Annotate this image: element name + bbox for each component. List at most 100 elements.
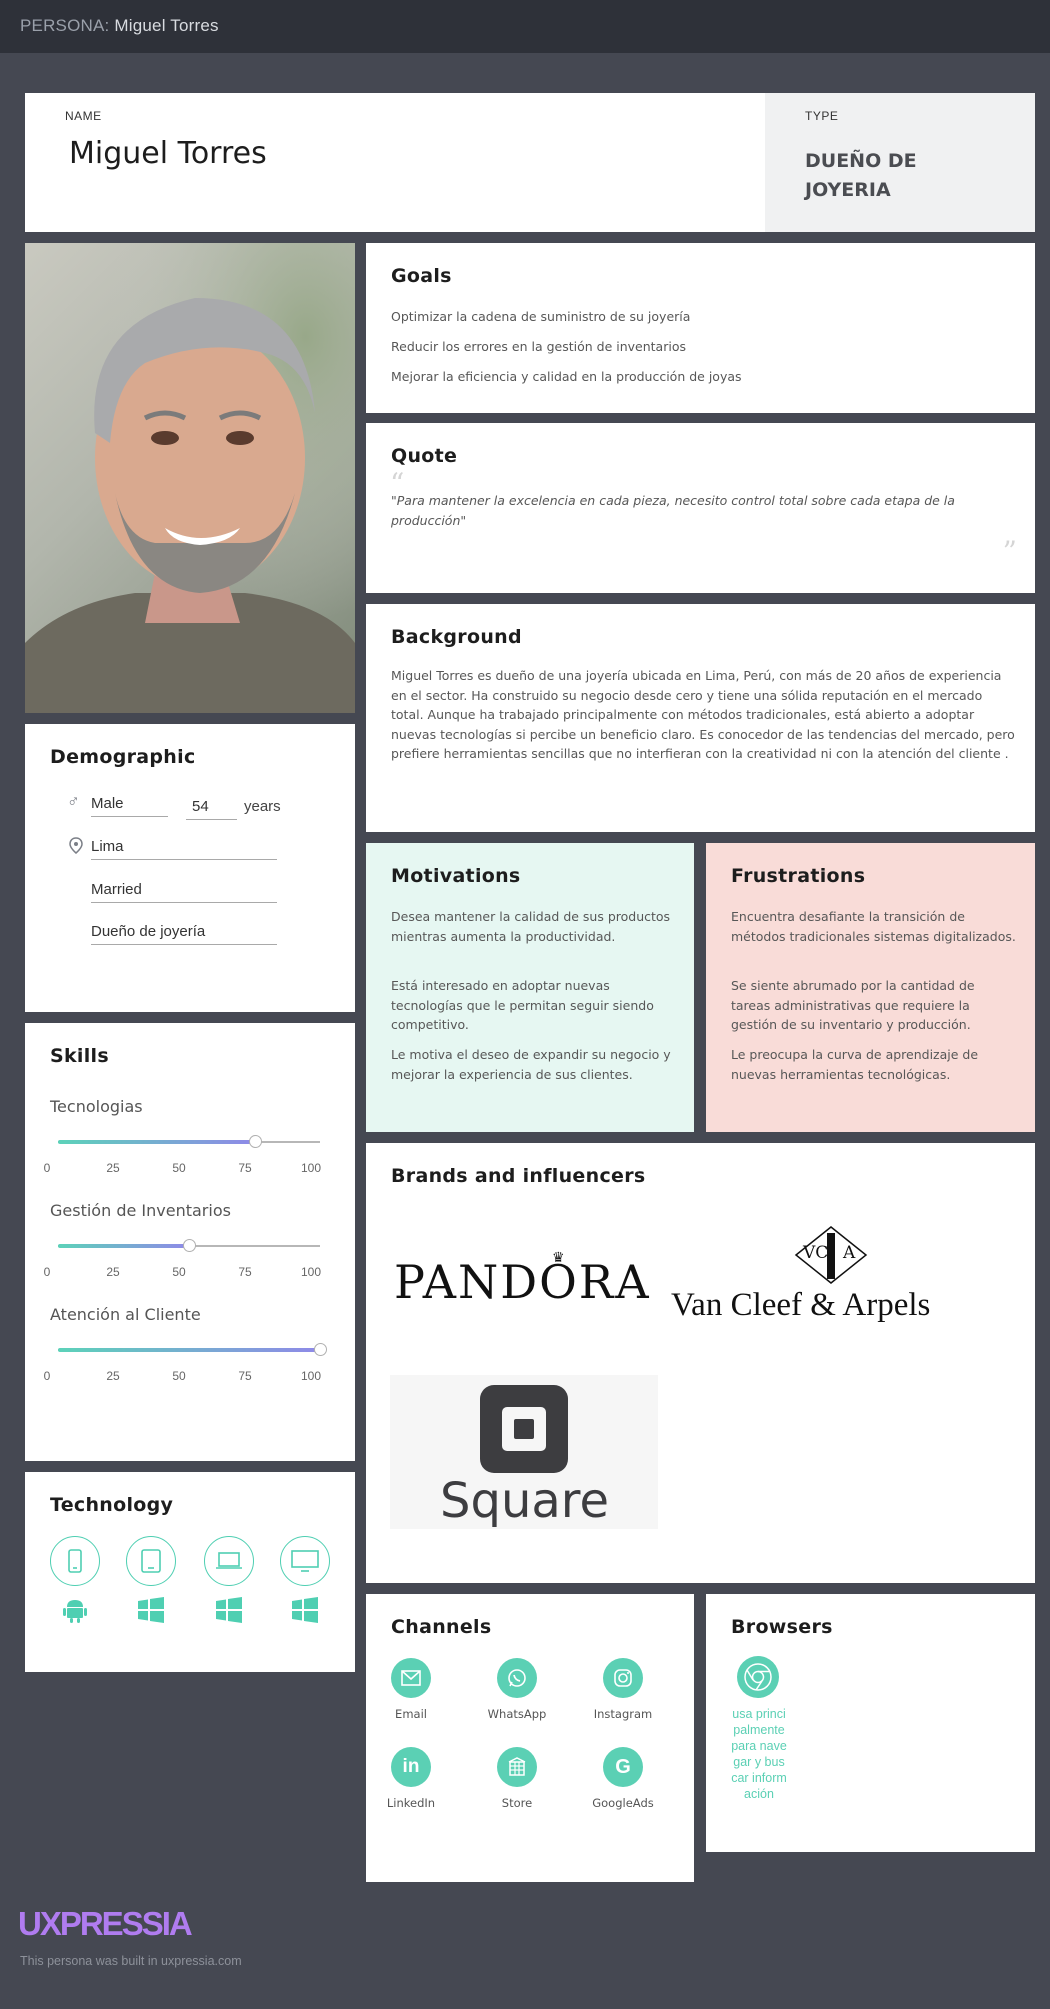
- laptop-icon[interactable]: [204, 1536, 254, 1586]
- browsers-card: Browsers usa principalmente para navegar…: [706, 1594, 1035, 1852]
- frustration-item[interactable]: Se siente abrumado por la cantidad de ta…: [731, 976, 1016, 1035]
- linkedin-icon: in: [391, 1747, 431, 1787]
- occupation-field[interactable]: Dueño de joyería: [91, 923, 277, 945]
- status-field[interactable]: Married: [91, 881, 277, 903]
- persona-type[interactable]: DUEÑO DE JOYERIA: [805, 147, 917, 205]
- channel-store[interactable]: Store: [472, 1747, 562, 1810]
- skill-slider-fill: [58, 1244, 189, 1248]
- motivations-title: Motivations: [391, 865, 521, 887]
- skill-slider[interactable]: [58, 1239, 320, 1252]
- channel-label: GoogleAds: [592, 1796, 654, 1810]
- browser-note: usa principalmente para navegar y buscar…: [731, 1707, 787, 1801]
- skill-tick-label: 75: [238, 1265, 252, 1279]
- skill-name: Gestión de Inventarios: [50, 1201, 231, 1220]
- channel-whatsapp[interactable]: WhatsApp: [472, 1658, 562, 1721]
- type-line-2: JOYERIA: [805, 179, 891, 201]
- technology-card: Technology: [25, 1472, 355, 1672]
- smartphone-icon[interactable]: [50, 1536, 100, 1586]
- goal-item[interactable]: Reducir los errores en la gestión de inv…: [391, 337, 686, 357]
- channel-instagram[interactable]: Instagram: [578, 1658, 668, 1721]
- goals-title: Goals: [391, 265, 452, 287]
- skill-slider-thumb[interactable]: [314, 1343, 327, 1356]
- instagram-icon: [603, 1658, 643, 1698]
- skill-tick-label: 75: [238, 1161, 252, 1175]
- skill-tick-label: 50: [172, 1369, 186, 1383]
- van-cleef-arpels-logo[interactable]: VC A Van Cleef & Arpels: [666, 1223, 996, 1333]
- windows-icon: [214, 1595, 244, 1625]
- skill-name: Atención al Cliente: [50, 1305, 201, 1324]
- skill-tick-label: 50: [172, 1265, 186, 1279]
- channel-label: WhatsApp: [487, 1707, 547, 1721]
- top-bar: PERSONA: Miguel Torres: [0, 0, 1050, 53]
- skill-tick-label: 100: [300, 1369, 322, 1383]
- background-title: Background: [391, 626, 522, 648]
- motivation-item[interactable]: Desea mantener la calidad de sus product…: [391, 907, 676, 946]
- motivation-item[interactable]: Está interesado en adoptar nuevas tecnol…: [391, 976, 676, 1035]
- motivations-card: Motivations Desea mantener la calidad de…: [366, 843, 694, 1132]
- brands-card: Brands and influencers ♛ PANDORA VC A Va…: [366, 1143, 1035, 1583]
- tablet-icon[interactable]: [126, 1536, 176, 1586]
- goal-item[interactable]: Mejorar la eficiencia y calidad en la pr…: [391, 367, 742, 387]
- frustration-item[interactable]: Encuentra desafiante la transición de mé…: [731, 907, 1016, 946]
- windows-icon: [290, 1595, 320, 1625]
- uxpressia-logo[interactable]: UXPRESSIA: [18, 1905, 193, 1943]
- skill-tick-label: 25: [106, 1369, 120, 1383]
- skill-tick-label: 75: [238, 1369, 252, 1383]
- skill-tick-label: 100: [300, 1161, 322, 1175]
- channel-label: Instagram: [593, 1707, 653, 1721]
- google-icon: G: [603, 1747, 643, 1787]
- store-icon: [497, 1747, 537, 1787]
- desktop-icon[interactable]: [280, 1536, 330, 1586]
- square-logo[interactable]: Square: [390, 1375, 658, 1529]
- skill-tick-label: 25: [106, 1161, 120, 1175]
- whatsapp-icon: [497, 1658, 537, 1698]
- skills-card: Skills Tecnologias 0 25 50 75 100 Gestión de I…: [25, 1023, 355, 1461]
- skills-title: Skills: [50, 1045, 109, 1067]
- persona-prefix: PERSONA:: [20, 16, 110, 35]
- background-text[interactable]: Miguel Torres es dueño de una joyería ub…: [391, 666, 1016, 764]
- frustrations-title: Frustrations: [731, 865, 866, 887]
- frustration-item[interactable]: Le preocupa la curva de aprendizaje de n…: [731, 1045, 1016, 1084]
- location-field[interactable]: Lima: [91, 838, 277, 860]
- vca-wordmark: Van Cleef & Arpels: [671, 1287, 931, 1323]
- quote-card: Quote “ "Para mantener la excelencia en …: [366, 423, 1035, 593]
- demographic-card: Demographic ♂ Male 54 years Lima Married…: [25, 724, 355, 1012]
- persona-full-name[interactable]: Miguel Torres: [69, 136, 267, 171]
- goal-item[interactable]: Optimizar la cadena de suministro de su …: [391, 307, 690, 327]
- skill-slider-fill: [58, 1140, 255, 1144]
- skill-slider-thumb[interactable]: [248, 1135, 262, 1148]
- persona-photo[interactable]: [25, 243, 355, 713]
- channel-googleads[interactable]: G GoogleAds: [578, 1747, 668, 1810]
- top-bar-title: PERSONA: Miguel Torres: [20, 16, 219, 36]
- close-quote-icon: ”: [1002, 535, 1017, 568]
- background-card: Background Miguel Torres es dueño de una…: [366, 604, 1035, 832]
- persona-name: Miguel Torres: [114, 16, 219, 35]
- skill-tick-label: 0: [43, 1369, 51, 1383]
- quote-title: Quote: [391, 445, 458, 467]
- motivation-item[interactable]: Le motiva el deseo de expandir su negoci…: [391, 1045, 676, 1084]
- skill-slider-thumb[interactable]: [183, 1239, 196, 1252]
- goals-card: Goals Optimizar la cadena de suministro …: [366, 243, 1035, 413]
- channels-card: Channels Email WhatsApp Instagram in Lin…: [366, 1594, 694, 1882]
- name-label: NAME: [65, 109, 102, 123]
- skill-tick-label: 25: [106, 1265, 120, 1279]
- type-card: TYPE DUEÑO DE JOYERIA: [765, 93, 1035, 232]
- quote-text[interactable]: "Para mantener la excelencia en cada pie…: [391, 491, 1001, 531]
- channel-linkedin[interactable]: in LinkedIn: [366, 1747, 456, 1810]
- email-icon: [391, 1658, 431, 1698]
- footer-text[interactable]: This persona was built in uxpressia.com: [20, 1954, 242, 1968]
- location-pin-icon: [69, 837, 83, 859]
- pandora-logo[interactable]: ♛ PANDORA: [394, 1231, 649, 1309]
- android-icon: [60, 1595, 90, 1625]
- gender-field[interactable]: Male: [91, 795, 168, 817]
- skill-slider-fill: [58, 1348, 320, 1352]
- channel-email[interactable]: Email: [366, 1658, 456, 1721]
- portrait-illustration: [25, 243, 355, 713]
- skill-slider[interactable]: [58, 1135, 320, 1148]
- skill-slider[interactable]: [58, 1343, 327, 1356]
- age-field[interactable]: 54: [186, 798, 237, 820]
- browsers-title: Browsers: [731, 1616, 833, 1638]
- male-icon: ♂: [67, 792, 80, 811]
- pandora-wordmark: PANDORA: [394, 1255, 651, 1309]
- chrome-icon[interactable]: [737, 1656, 779, 1698]
